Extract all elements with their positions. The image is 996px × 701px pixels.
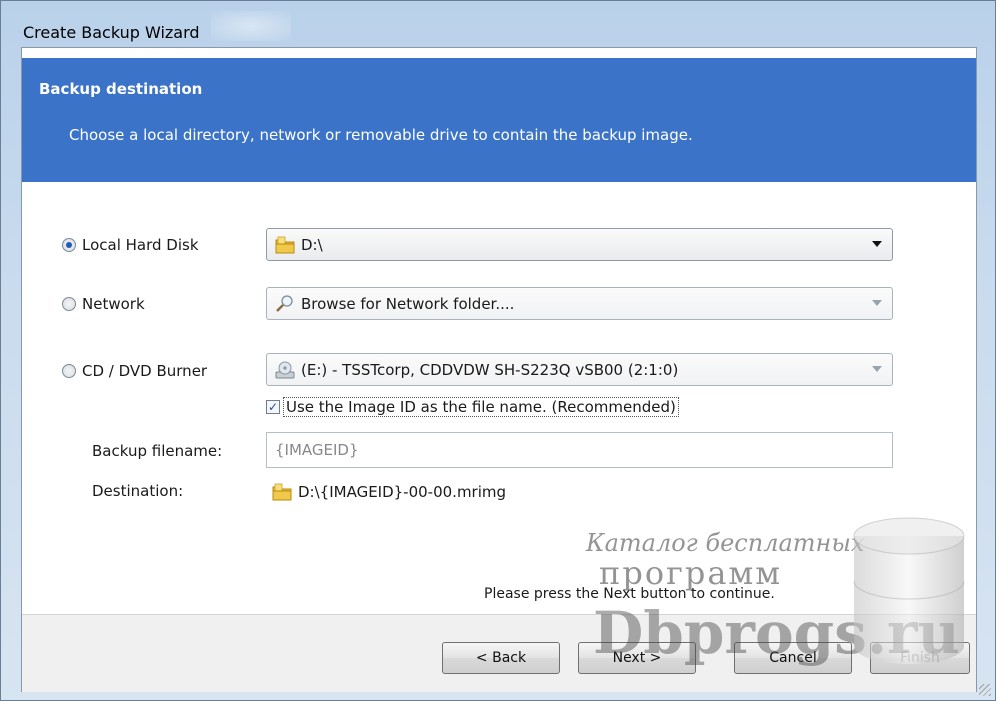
cd-dvd-dropdown[interactable]: (E:) - TSSTcorp, CDDVDW SH-S223Q vSB00 (… [266,353,893,386]
local-disk-value: D:\ [301,235,323,254]
local-disk-dropdown[interactable]: D:\ [266,228,893,261]
backup-filename-input[interactable]: {IMAGEID} [266,432,893,468]
destination-value: D:\{IMAGEID}-00-00.mrimg [298,483,507,501]
continue-hint: Please press the Next button to continue… [484,586,775,602]
radio-cd-dvd-burner[interactable]: CD / DVD Burner [62,362,207,380]
wizard-window: Create Backup Wizard Backup destination … [0,0,996,701]
page-subtitle: Choose a local directory, network or rem… [69,126,693,144]
title-bar[interactable]: Create Backup Wizard [1,1,996,47]
use-image-id-checkbox-row[interactable]: ✓ Use the Image ID as the file name. (Re… [266,397,679,417]
window-title: Create Backup Wizard [23,23,200,42]
wizard-header: Backup destination Choose a local direct… [22,58,976,182]
radio-label: Network [82,295,145,313]
next-button[interactable]: Next > [578,642,696,674]
radio-label: CD / DVD Burner [82,362,208,380]
network-value: Browse for Network folder.... [301,294,515,313]
chevron-down-icon[interactable] [872,300,882,306]
network-folder-dropdown[interactable]: Browse for Network folder.... [266,287,893,320]
magnifier-icon [273,293,297,315]
radio-label: Local Hard Disk [82,236,199,254]
folder-icon [270,481,294,503]
radio-button[interactable] [62,297,76,311]
chevron-down-icon[interactable] [872,366,882,372]
back-button[interactable]: < Back [442,642,560,674]
cd-drive-icon [273,359,297,381]
page-title: Backup destination [39,80,203,98]
chevron-down-icon[interactable] [872,241,882,247]
backup-filename-label: Backup filename: [92,442,223,460]
use-image-id-checkbox[interactable]: ✓ [266,400,280,414]
use-image-id-label: Use the Image ID as the file name. (Reco… [283,397,679,417]
radio-local-hard-disk[interactable]: Local Hard Disk [62,236,199,254]
cd-drive-value: (E:) - TSSTcorp, CDDVDW SH-S223Q vSB00 (… [301,360,679,379]
cancel-button[interactable]: Cancel [734,642,852,674]
destination-path: D:\{IMAGEID}-00-00.mrimg [270,481,506,503]
radio-button[interactable] [62,364,76,378]
radio-network[interactable]: Network [62,295,145,313]
wizard-client-area: Backup destination Choose a local direct… [21,47,977,692]
destination-label: Destination: [92,482,184,500]
database-logo-icon [839,506,979,676]
folder-icon [273,234,297,256]
radio-button[interactable] [62,238,76,252]
resize-grip-icon[interactable] [979,684,991,696]
title-glow [211,11,291,41]
